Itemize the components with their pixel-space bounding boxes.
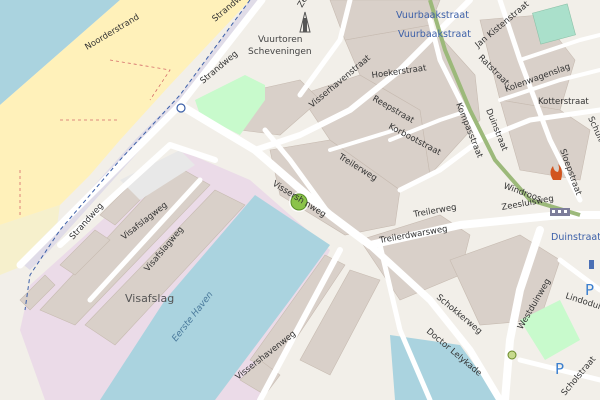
label-visafslag: Visafslag xyxy=(125,292,174,305)
label-vuurbaakstraat: Vuurbaakstraat xyxy=(396,10,469,21)
map-canvas[interactable]: P P Noorderstrand Strandweg Strandweg St… xyxy=(0,0,600,400)
label-duinstraat-right: Duinstraat xyxy=(551,232,600,243)
label-vuurbaakstraat-2: Vuurbaakstraat xyxy=(398,29,471,40)
label-vuurtoren: Vuurtoren xyxy=(258,35,302,45)
svg-text:P: P xyxy=(585,281,594,299)
label-scheveningen: Scheveningen xyxy=(248,47,312,57)
bus-stop-icon[interactable] xyxy=(589,260,594,269)
train-station-icon[interactable] xyxy=(550,208,570,216)
parking-icon-2[interactable]: P xyxy=(585,281,594,299)
svg-text:P: P xyxy=(555,360,564,378)
parking-icon[interactable]: P xyxy=(555,360,564,378)
label-kotterstraat: Kotterstraat xyxy=(538,97,589,107)
